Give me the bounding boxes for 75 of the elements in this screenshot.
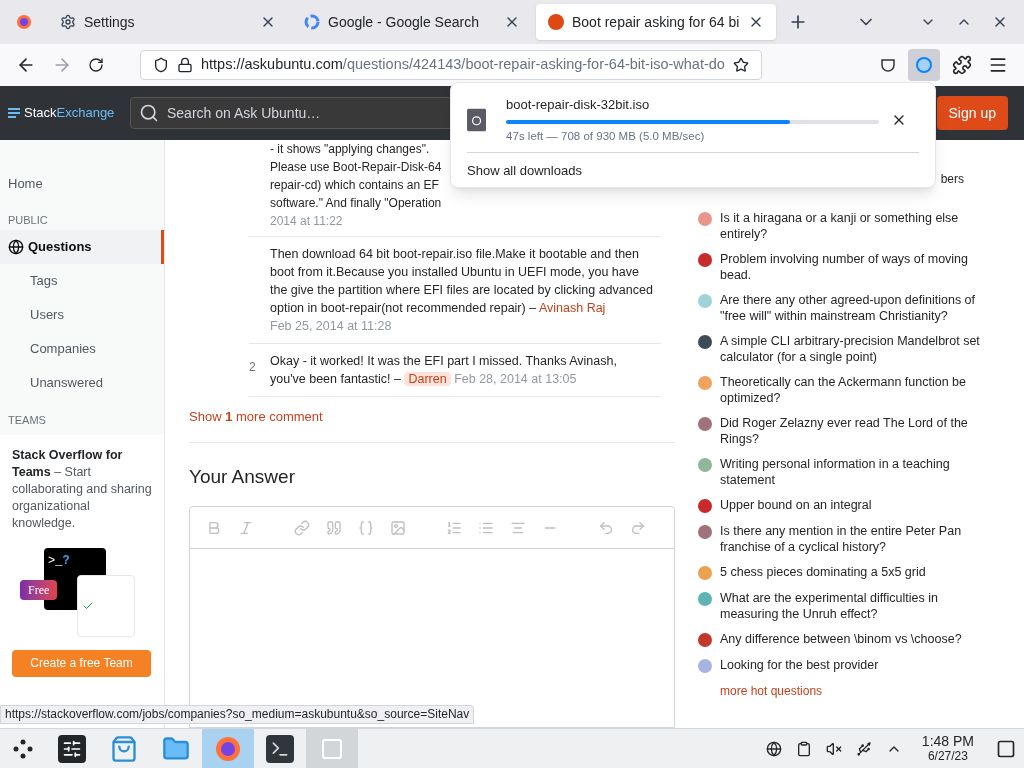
question-title[interactable]: A simple CLI arbitrary-precision Mandelbrot set calculator (for a single point) (720, 333, 985, 365)
show-all-downloads-link[interactable]: Show all downloads (467, 160, 582, 181)
question-mark: ? (62, 553, 70, 568)
settings-app-icon[interactable] (58, 734, 86, 763)
address-bar[interactable]: https://askubuntu.com/questions/424143/boot-repair-asking-for-64-bit-iso-what-do (140, 50, 762, 80)
comment-text: repair-cd) which contains an EF (270, 177, 440, 194)
more-questions-link[interactable]: more hot questions (720, 682, 1000, 700)
question-title[interactable]: Are there any other agreed-upon definitions of "free will" within mainstream Christianity? (720, 292, 985, 324)
bookmark-icon[interactable] (733, 57, 749, 73)
sidebar-item[interactable]: Home (0, 168, 164, 200)
launcher-icon[interactable] (12, 737, 34, 760)
link-tooltip: https://stackoverflow.com/jobs/companies?so_medium=askubuntu&so_source=SiteNav (0, 705, 475, 724)
pocket-icon[interactable] (880, 57, 896, 73)
comment-date: 2014 at 11:22 (270, 213, 344, 230)
question-title[interactable]: Any difference between \binom vs \choose? (720, 631, 985, 648)
terminal-app-icon[interactable] (266, 734, 294, 763)
question-title[interactable]: Looking for the best provider (720, 657, 985, 674)
show-desktop-icon[interactable] (996, 738, 1016, 759)
question-title[interactable]: Is it a hiragana or a kanji or something else entirely? (720, 210, 985, 242)
section-heading: Your Answer (189, 464, 296, 489)
url-path: /questions/424143/boot-repair-asking-for-64-bit-iso-what-do (342, 56, 725, 73)
gear-icon (60, 14, 76, 30)
browser-tab[interactable]: Settings (48, 4, 288, 40)
sidebar-item[interactable]: Users (0, 298, 164, 332)
browser-tab[interactable]: Google - Google Search (292, 4, 532, 40)
reload-icon[interactable] (88, 57, 104, 73)
clock[interactable]: 1:48 PM 6/27/23 (921, 733, 974, 764)
comment-text: software." And finally "Operation (270, 195, 442, 212)
question-title[interactable]: 5 chess pieces dominating a 5x5 grid (720, 564, 985, 581)
question-title[interactable]: Did Roger Zelazny ever read The Lord of the Rings? (720, 415, 985, 447)
sidebar-item[interactable]: Tags (0, 264, 164, 298)
network-icon[interactable] (765, 740, 782, 757)
teams-description: Stack Overflow for Teams – Start collaborating and sharing organizational knowledge. (12, 446, 152, 532)
browser-tab[interactable]: Boot repair asking for 64 bi (536, 4, 776, 40)
globe-icon (8, 239, 24, 255)
sidebar-item[interactable]: Questions (0, 230, 164, 264)
firefox-app-button[interactable] (202, 728, 254, 768)
url-host: https://askubuntu.com (201, 56, 343, 73)
question-title[interactable]: Writing personal information in a teaching statement (720, 456, 985, 488)
comment-text: Please use Boot-Repair-Disk-64 (270, 159, 442, 176)
question-title[interactable]: Is there any mention in the entire Peter Pan franchise of a cyclical history? (720, 523, 985, 555)
folder-app-icon[interactable] (162, 734, 190, 763)
clipboard-icon[interactable] (795, 740, 812, 757)
terminal-prompt: >_ (48, 553, 63, 568)
comment-author[interactable]: Avinash Raj (538, 301, 606, 315)
site-icon (548, 14, 564, 30)
shield-icon (153, 57, 169, 73)
section-heading: PUBLIC (7, 212, 49, 228)
usb-icon[interactable] (855, 740, 872, 757)
search-icon (139, 103, 159, 123)
comment-score: 2 (249, 360, 256, 374)
question-title[interactable]: What are the experimental difficulties in measuring the Unruh effect? (720, 590, 985, 622)
muted-volume-icon[interactable] (825, 740, 842, 757)
comment-author[interactable]: Darren (404, 372, 451, 386)
menu-icon[interactable] (988, 55, 1008, 75)
store-app-icon[interactable] (110, 734, 138, 763)
question-title[interactable]: bers (940, 170, 964, 188)
show-more-comments-link[interactable]: Show 1 more comment (189, 407, 323, 427)
free-badge: Free (20, 579, 58, 600)
comment-text: - it shows "applying changes". (270, 141, 431, 158)
frame-icon (320, 736, 344, 761)
download-status: 47s left — 708 of 930 MB (5.0 MB/sec) (506, 128, 706, 144)
question-title[interactable]: Upper bound on an integral (720, 497, 985, 514)
lock-icon (177, 57, 193, 73)
site-logo[interactable]: StackExchange (8, 103, 130, 123)
comment-text: Then download 64 bit boot-repair.iso file.Make it bootable and then boot from it.Because you installed Ubuntu in UEFI mode, you have the give the partition where EFI files are located by clicking advanced option in boot-repair(not recommended repair) – Avinash Raj Feb 25, 2014 at 11:28 (270, 246, 654, 335)
sign-up-button[interactable]: Sign up (936, 96, 1008, 130)
download-progress-icon (915, 56, 933, 74)
section-heading: TEAMS (7, 413, 47, 428)
sidebar-item[interactable]: Unanswered (0, 366, 164, 400)
sidebar-item[interactable]: Companies (0, 332, 164, 366)
comment-text: Okay - it worked! It was the EFI part I missed. Thanks Avinash, you've been fantastic! – Darren Feb 28, 2014 at 13:05 (270, 353, 618, 388)
question-title[interactable]: Problem involving number of ways of moving bead. (720, 251, 985, 283)
question-title[interactable]: Theoretically can the Ackermann function be optimized? (720, 374, 985, 406)
extensions-icon[interactable] (952, 55, 972, 75)
